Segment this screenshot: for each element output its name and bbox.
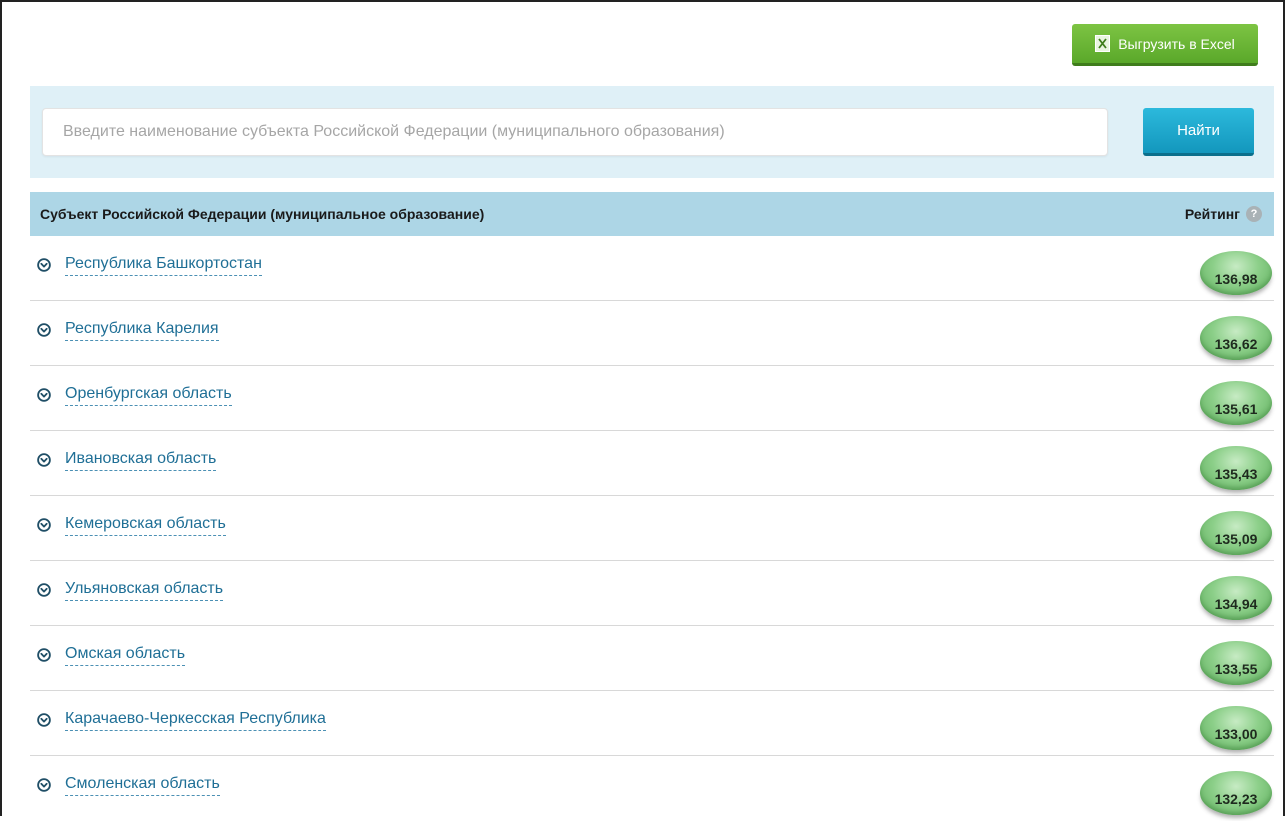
- region-link[interactable]: Смоленская область: [65, 775, 220, 796]
- rating-badge: 136,98: [1200, 251, 1272, 295]
- region-link[interactable]: Республика Башкортостан: [65, 255, 262, 276]
- search-panel: Найти: [30, 86, 1274, 178]
- export-excel-button[interactable]: Выгрузить в Excel: [1072, 24, 1258, 66]
- chevron-down-circle-icon[interactable]: [37, 323, 51, 337]
- column-header-rating-label: Рейтинг: [1184, 206, 1240, 222]
- table-row: Омская область 133,55: [30, 626, 1274, 691]
- table-row: Кемеровская область 135,09: [30, 496, 1274, 561]
- region-link[interactable]: Оренбургская область: [65, 385, 232, 406]
- table-row: Ивановская область 135,43: [30, 431, 1274, 496]
- region-link[interactable]: Омская область: [65, 645, 186, 666]
- rating-badge: 132,23: [1200, 771, 1272, 815]
- table-header: Субъект Российской Федерации (муниципаль…: [30, 192, 1274, 236]
- region-link[interactable]: Республика Карелия: [65, 320, 219, 341]
- chevron-down-circle-icon[interactable]: [37, 388, 51, 402]
- chevron-down-circle-icon[interactable]: [37, 778, 51, 792]
- table-row: Ульяновская область 134,94: [30, 561, 1274, 626]
- chevron-down-circle-icon[interactable]: [37, 583, 51, 597]
- table-row: Республика Карелия 136,62: [30, 301, 1274, 366]
- help-icon[interactable]: ?: [1246, 206, 1262, 222]
- rating-badge: 133,00: [1200, 706, 1272, 750]
- column-header-rating[interactable]: Рейтинг ?: [1185, 206, 1262, 222]
- search-input[interactable]: [42, 108, 1108, 156]
- find-button[interactable]: Найти: [1143, 108, 1254, 156]
- excel-icon: [1095, 35, 1111, 52]
- chevron-down-circle-icon[interactable]: [37, 518, 51, 532]
- chevron-down-circle-icon[interactable]: [37, 453, 51, 467]
- table-row: Карачаево-Черкесская Республика 133,00: [30, 691, 1274, 756]
- table-row: Оренбургская область 135,61: [30, 366, 1274, 431]
- rating-list: Республика Башкортостан 136,98 Республик…: [30, 236, 1274, 821]
- chevron-down-circle-icon[interactable]: [37, 258, 51, 272]
- region-link[interactable]: Ульяновская область: [65, 580, 224, 601]
- rating-badge: 136,62: [1200, 316, 1272, 360]
- find-button-label: Найти: [1177, 122, 1220, 139]
- table-row: Смоленская область 132,23: [30, 756, 1274, 821]
- export-excel-label: Выгрузить в Excel: [1118, 35, 1235, 52]
- region-link[interactable]: Карачаево-Черкесская Республика: [65, 710, 326, 731]
- rating-badge: 135,09: [1200, 511, 1272, 555]
- rating-badge: 135,43: [1200, 446, 1272, 490]
- region-link[interactable]: Кемеровская область: [65, 515, 226, 536]
- rating-badge: 133,55: [1200, 641, 1272, 685]
- page-frame: Выгрузить в Excel Найти Субъект Российск…: [0, 0, 1285, 816]
- region-link[interactable]: Ивановская область: [65, 450, 217, 471]
- chevron-down-circle-icon[interactable]: [37, 648, 51, 662]
- chevron-down-circle-icon[interactable]: [37, 713, 51, 727]
- column-header-subject: Субъект Российской Федерации (муниципаль…: [40, 206, 485, 222]
- table-row: Республика Башкортостан 136,98: [30, 236, 1274, 301]
- rating-badge: 135,61: [1200, 381, 1272, 425]
- rating-badge: 134,94: [1200, 576, 1272, 620]
